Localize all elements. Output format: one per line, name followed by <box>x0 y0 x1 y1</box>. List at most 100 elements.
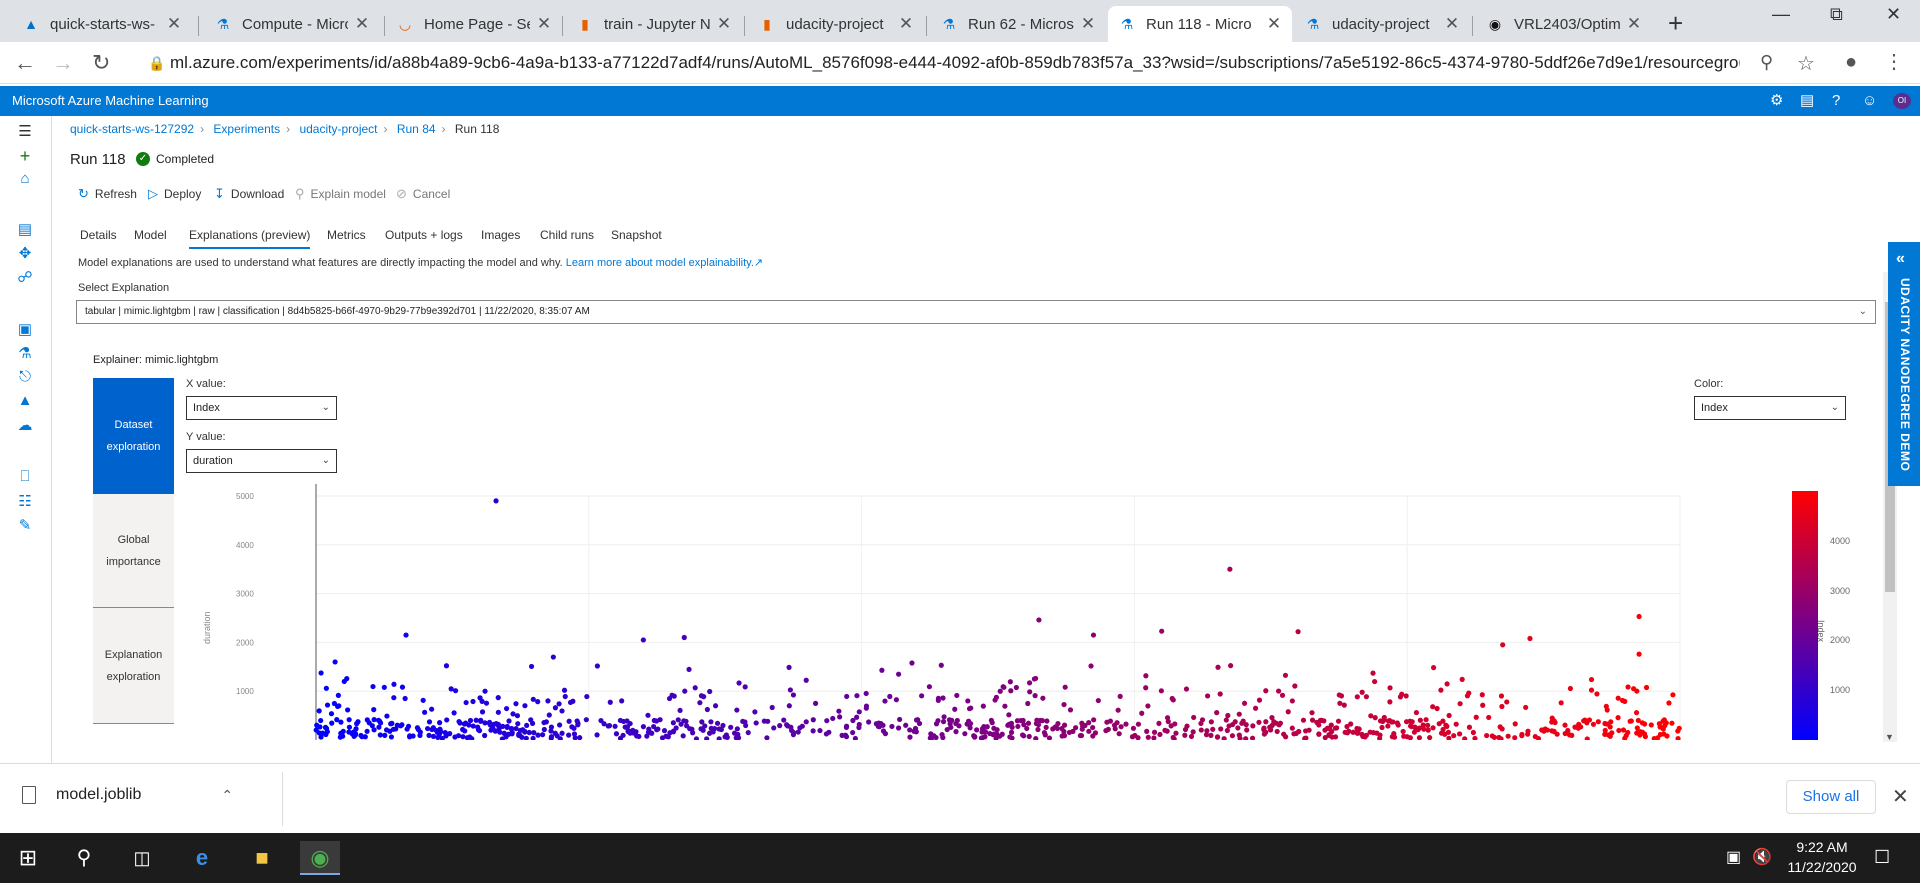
scatter-point[interactable] <box>1156 720 1162 726</box>
scatter-point[interactable] <box>619 698 625 704</box>
breadcrumb-experiment[interactable]: udacity-project <box>299 122 377 136</box>
models-icon[interactable]: ▲ <box>15 392 35 409</box>
system-clock[interactable]: 9:22 AM 11/22/2020 <box>1780 837 1864 877</box>
scatter-point[interactable] <box>1416 735 1423 740</box>
scatter-point[interactable] <box>954 692 960 699</box>
scatter-point[interactable] <box>320 730 326 736</box>
scatter-point[interactable] <box>684 723 690 729</box>
scatter-point[interactable] <box>370 683 376 690</box>
scatter-point[interactable] <box>1337 700 1343 706</box>
scatter-point[interactable] <box>843 724 850 730</box>
scatter-point[interactable] <box>988 717 994 723</box>
scatter-point[interactable] <box>1188 733 1195 740</box>
scatter-plot[interactable]: 1000 2000 3000 4000 5000 duration <box>180 484 1690 740</box>
scatter-point[interactable] <box>1622 698 1628 705</box>
scatter-point[interactable] <box>692 685 698 691</box>
scatter-point[interactable] <box>358 732 364 739</box>
scatter-point[interactable] <box>1421 726 1427 732</box>
scatter-point[interactable] <box>528 663 535 670</box>
scatter-point[interactable] <box>1040 695 1046 701</box>
scatter-point[interactable] <box>1565 727 1571 734</box>
scatter-point[interactable] <box>636 733 642 740</box>
browser-tab-3[interactable]: ◡ Home Page - Sel ✕ <box>386 6 562 42</box>
scatter-point[interactable] <box>1415 727 1421 733</box>
scatter-point[interactable] <box>1289 698 1295 704</box>
scatter-point[interactable] <box>673 725 679 731</box>
scatter-point[interactable] <box>524 722 530 729</box>
scatter-point[interactable] <box>569 724 575 730</box>
scatter-point[interactable] <box>483 700 490 706</box>
scatter-point[interactable] <box>382 732 388 738</box>
scatter-point[interactable] <box>1135 721 1142 727</box>
help-icon[interactable]: ? <box>1832 86 1840 116</box>
scatter-point[interactable] <box>1221 736 1227 740</box>
scatter-point[interactable] <box>495 695 501 701</box>
scatter-point[interactable] <box>1615 695 1621 701</box>
scatter-point[interactable] <box>1169 695 1175 702</box>
scatter-point[interactable] <box>1464 693 1471 699</box>
scatter-point[interactable] <box>422 709 428 715</box>
scatter-point[interactable] <box>612 723 618 729</box>
scatter-point[interactable] <box>447 731 453 737</box>
scatter-point[interactable] <box>1635 717 1641 724</box>
scatter-point[interactable] <box>1354 694 1360 700</box>
scatter-point[interactable] <box>1105 726 1111 732</box>
scatter-point[interactable] <box>1256 697 1263 703</box>
browser-tab-2[interactable]: ⚗ Compute - Micro ✕ <box>204 6 380 42</box>
scatter-point[interactable] <box>1656 721 1662 727</box>
scatter-point[interactable] <box>451 710 457 716</box>
scatter-point[interactable] <box>787 687 793 693</box>
scatter-point[interactable] <box>1066 729 1073 736</box>
scatter-point[interactable] <box>1198 727 1204 733</box>
scatter-point[interactable] <box>786 703 792 709</box>
scatter-point[interactable] <box>671 693 677 699</box>
scatter-point[interactable] <box>962 731 968 737</box>
scatter-point[interactable] <box>677 707 683 714</box>
close-tab-icon[interactable]: ✕ <box>1444 14 1460 34</box>
scatter-point[interactable] <box>470 698 476 705</box>
scatter-point[interactable] <box>583 717 589 723</box>
scatter-point[interactable] <box>903 722 909 728</box>
scatter-point[interactable] <box>448 686 454 692</box>
scatter-point[interactable] <box>1032 693 1038 699</box>
scatter-point[interactable] <box>940 734 946 740</box>
scatter-point[interactable] <box>584 693 590 700</box>
compute-icon[interactable]: ⎕ <box>15 468 35 485</box>
scatter-point[interactable] <box>1338 693 1345 699</box>
tab-snapshot[interactable]: Snapshot <box>611 228 662 242</box>
scatter-point[interactable] <box>879 667 885 673</box>
experiments-icon[interactable]: ⚗ <box>15 344 35 362</box>
scatter-point[interactable] <box>799 723 805 729</box>
scatter-point[interactable] <box>1669 720 1675 726</box>
scatter-point[interactable] <box>681 634 687 641</box>
scatter-point[interactable] <box>1636 613 1642 620</box>
scatter-point[interactable] <box>1625 684 1631 690</box>
scatter-point[interactable] <box>1112 726 1118 732</box>
scatter-point[interactable] <box>1322 735 1328 740</box>
scatter-point[interactable] <box>1335 718 1342 724</box>
scatter-point[interactable] <box>1001 684 1007 690</box>
scatter-point[interactable] <box>1088 663 1094 669</box>
scatter-point[interactable] <box>1243 722 1249 728</box>
scatter-point[interactable] <box>355 719 361 725</box>
tab-explanations[interactable]: Explanations (preview) <box>189 228 311 249</box>
view-explanation-exploration[interactable]: Explanation exploration <box>93 608 174 724</box>
scatter-point[interactable] <box>1157 731 1163 738</box>
scatter-point[interactable] <box>1223 717 1229 723</box>
scatter-point[interactable] <box>1091 717 1097 723</box>
scatter-point[interactable] <box>1341 702 1347 708</box>
scatter-point[interactable] <box>1370 730 1377 736</box>
tab-images[interactable]: Images <box>481 228 520 242</box>
scatter-point[interactable] <box>570 698 576 704</box>
scatter-point[interactable] <box>1062 684 1068 690</box>
tab-model[interactable]: Model <box>134 228 167 242</box>
close-tab-icon[interactable]: ✕ <box>354 14 370 34</box>
refresh-button[interactable]: ↻ Refresh <box>78 186 137 202</box>
scatter-point[interactable] <box>403 632 409 638</box>
scatter-point[interactable] <box>1588 676 1595 683</box>
browser-tab-8[interactable]: ⚗ udacity-project ✕ <box>1294 6 1470 42</box>
close-tab-icon[interactable]: ✕ <box>1080 14 1096 34</box>
scatter-point[interactable] <box>909 660 915 666</box>
scatter-point[interactable] <box>1466 724 1473 730</box>
scatter-point[interactable] <box>515 721 521 727</box>
